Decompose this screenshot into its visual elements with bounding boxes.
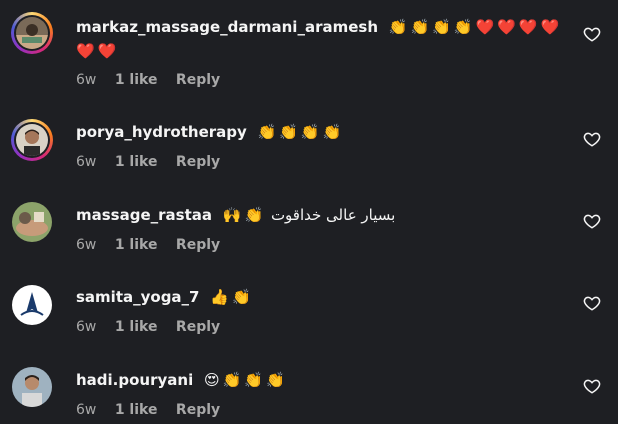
reply-button[interactable]: Reply [176, 402, 220, 418]
comment-emojis: 🙌👏 [222, 206, 267, 224]
avatar[interactable] [11, 284, 53, 326]
comment-meta: 6w 1 like Reply [76, 71, 234, 89]
comment-meta: 6w 1 like Reply [76, 318, 234, 336]
like-heart-icon[interactable] [583, 377, 601, 395]
comment-meta: 6w 1 like Reply [76, 153, 234, 171]
avatar[interactable] [11, 366, 53, 408]
like-count[interactable]: 1 like [115, 237, 158, 253]
massage-photo-avatar-icon [12, 202, 52, 242]
comment-emojis: 😍👏👏👏 [204, 371, 288, 389]
comment-text: بسیار عالی خداقوت [270, 206, 396, 224]
reply-button[interactable]: Reply [176, 72, 220, 88]
comment-emojis: 👍👏 [210, 288, 254, 306]
comment-line: samita_yoga_7 👍👏 [76, 285, 576, 309]
avatar[interactable] [11, 12, 53, 54]
spa-photo-avatar-icon [16, 17, 48, 49]
comment-meta: 6w 1 like Reply [76, 236, 234, 254]
like-heart-icon[interactable] [583, 212, 601, 230]
username[interactable]: markaz_massage_darmani_aramesh [76, 18, 378, 36]
username[interactable]: massage_rastaa [76, 206, 212, 224]
reply-button[interactable]: Reply [176, 154, 220, 170]
man-photo-avatar-icon [16, 124, 48, 156]
like-count[interactable]: 1 like [115, 319, 158, 335]
like-heart-icon[interactable] [583, 25, 601, 43]
comment-emojis: 👏👏👏👏 [257, 123, 345, 141]
timestamp[interactable]: 6w [76, 72, 96, 88]
like-count[interactable]: 1 like [115, 72, 158, 88]
yoga-logo-avatar-icon [12, 285, 52, 325]
timestamp[interactable]: 6w [76, 237, 96, 253]
comment-line: markaz_massage_darmani_aramesh 👏👏👏👏❤️❤️❤… [76, 15, 576, 63]
avatar[interactable] [11, 119, 53, 161]
comment-line: massage_rastaa 🙌👏 بسیار عالی خداقوت [76, 203, 576, 227]
username[interactable]: porya_hydrotherapy [76, 123, 247, 141]
like-heart-icon[interactable] [583, 294, 601, 312]
like-heart-icon[interactable] [583, 130, 601, 148]
username[interactable]: samita_yoga_7 [76, 288, 200, 306]
timestamp[interactable]: 6w [76, 402, 96, 418]
comment-meta: 6w 1 like Reply [76, 401, 234, 419]
timestamp[interactable]: 6w [76, 154, 96, 170]
avatar[interactable] [11, 201, 53, 243]
comment-line: hadi.pouryani 😍👏👏👏 [76, 368, 576, 392]
reply-button[interactable]: Reply [176, 319, 220, 335]
reply-button[interactable]: Reply [176, 237, 220, 253]
timestamp[interactable]: 6w [76, 319, 96, 335]
like-count[interactable]: 1 like [115, 154, 158, 170]
comment-line: porya_hydrotherapy 👏👏👏👏 [76, 120, 576, 144]
like-count[interactable]: 1 like [115, 402, 158, 418]
username[interactable]: hadi.pouryani [76, 371, 193, 389]
man-photo-avatar-icon [12, 367, 52, 407]
